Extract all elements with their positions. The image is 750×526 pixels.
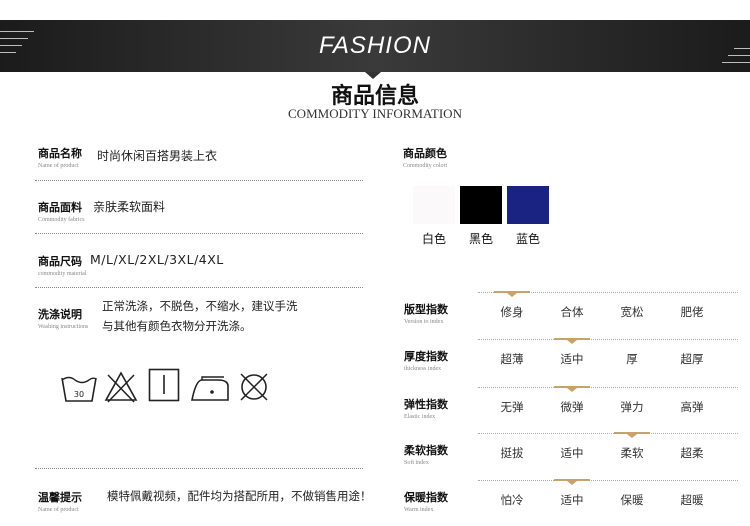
field-size-value: M/L/XL/2XL/3XL/4XL [90,252,224,267]
svg-text:30: 30 [74,390,84,399]
index-option: 保暖 [620,493,644,507]
field-size-label: 商品尺码 commodity material [38,255,87,277]
field-fabric-label: 商品面料 Commodity fabrics [38,201,85,223]
field-fabric-value: 亲肤柔软面料 [93,200,166,214]
fashion-banner: FASHION [0,20,750,72]
index-option: 宽松 [620,305,644,319]
index-label: 厚度指数 thickness index [404,350,448,372]
iron-icon [191,376,229,401]
field-color-label: 商品颜色 Commodity colort [403,147,448,169]
section-subtitle: COMMODITY INFORMATION [288,106,462,121]
divider [35,287,363,288]
index-option: 超薄 [500,352,524,366]
index-label: 柔软指数 Soft index [404,444,448,466]
field-wash-label: 洗涤说明 Washing instructions [38,308,89,330]
field-wash-text: 正常洗涤，不脱色，不缩水，建议手洗 与其他有颜色衣物分开洗涤。 [102,296,298,336]
field-name-label: 商品名称 Name of product [38,147,82,169]
index-option: 无弹 [500,400,524,414]
wash-30-icon: 30 [61,376,97,402]
index-row: 修身 合体 宽松 肥佬 [478,291,738,328]
index-label: 保暖指数 Warm index [404,491,448,513]
color-swatch-label: 蓝色 [515,232,540,246]
color-swatch[interactable] [413,186,455,224]
index-row-line [478,433,738,434]
color-swatch[interactable] [460,186,502,224]
index-row-line [478,480,738,481]
index-selected-marker [554,338,590,344]
wash-line-1: 正常洗涤，不脱色，不缩水，建议手洗 [102,299,298,313]
divider [35,468,363,469]
index-option: 怕冷 [500,493,524,507]
index-label: 弹性指数 Elastic index [404,398,448,420]
index-row: 无弹 微弹 弹力 高弹 [478,386,738,423]
index-option: 适中 [560,352,584,366]
index-option: 高弹 [680,400,704,414]
divider [35,233,363,234]
banner-title: FASHION [319,32,431,59]
index-option: 肥佬 [680,305,704,319]
wash-line-2: 与其他有颜色衣物分开洗涤。 [102,319,252,333]
no-bleach-icon [104,371,138,403]
field-tips-value: 模特佩戴视频，配件均为搭配所用，不做销售用途！ [107,489,372,503]
index-option: 微弹 [560,400,584,414]
index-option: 柔软 [620,446,644,460]
banner-stripes-right [710,20,750,72]
index-selected-marker [554,479,590,485]
index-option: 厚 [626,352,638,366]
index-option: 修身 [500,305,524,319]
index-row: 怕冷 适中 保暖 超暖 [478,479,738,516]
field-tips-label: 温馨提示 Name of product [38,491,82,513]
no-dry-clean-icon [240,373,268,401]
index-selected-marker [554,386,590,392]
color-swatch-label: 黑色 [468,232,493,246]
index-option: 超柔 [680,446,704,460]
tumble-dry-icon [148,368,180,402]
index-selected-marker [614,432,650,438]
color-swatch-label: 白色 [421,232,446,246]
color-swatch[interactable] [507,186,549,224]
index-selected-marker [494,291,530,297]
index-row: 超薄 适中 厚 超厚 [478,338,738,375]
index-row: 挺拔 适中 柔软 超柔 [478,432,738,469]
index-option: 超厚 [680,352,704,366]
divider [35,180,363,181]
index-label: 版型指数 Version to index [404,303,448,325]
index-row-line [478,339,738,340]
index-option: 挺拔 [500,446,524,460]
index-option: 适中 [560,493,584,507]
index-option: 超暖 [680,493,704,507]
index-option: 弹力 [620,400,644,414]
index-option: 合体 [560,305,584,319]
field-name-value: 时尚休闲百搭男装上衣 [97,149,218,163]
index-option: 适中 [560,446,584,460]
index-row-line [478,387,738,388]
